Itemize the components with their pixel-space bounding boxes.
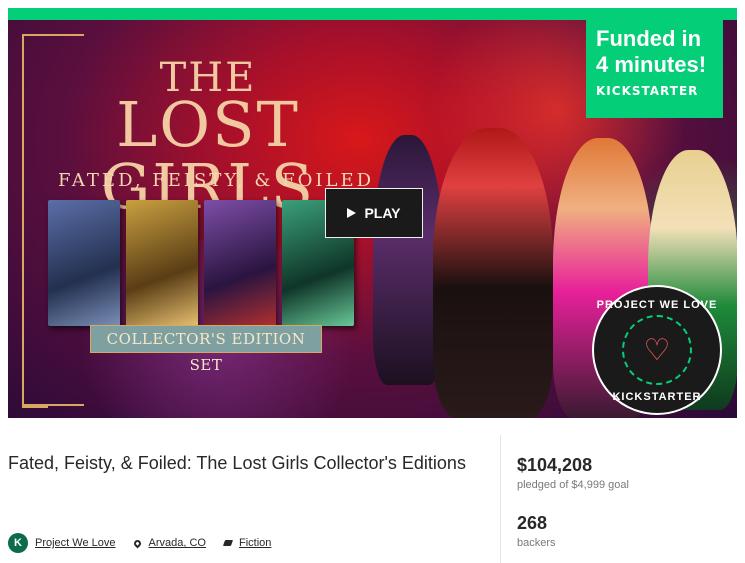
play-video-button[interactable]: PLAY bbox=[325, 188, 423, 238]
project-meta: K Project We Love Arvada, CO Fiction bbox=[8, 533, 289, 553]
funded-badge: Funded in 4 minutes! KICKSTARTER bbox=[586, 20, 723, 118]
project-title: Fated, Feisty, & Foiled: The Lost Girls … bbox=[8, 453, 466, 473]
pledged-amount: $104,208 bbox=[517, 455, 593, 475]
ornament-corner-bottom bbox=[22, 370, 84, 406]
ornament-frame bbox=[22, 34, 48, 408]
backers-stat: 268 backers bbox=[517, 511, 629, 549]
location-label: Arvada, CO bbox=[148, 537, 206, 549]
book-set-image bbox=[48, 200, 368, 330]
backers-label: backers bbox=[517, 537, 556, 549]
location-link[interactable]: Arvada, CO bbox=[132, 537, 206, 549]
play-label: PLAY bbox=[364, 205, 401, 221]
column-divider bbox=[500, 435, 501, 563]
project-hero-video[interactable]: THE LOST GIRLS FATED, FEISTY, & FOILED C… bbox=[8, 20, 737, 418]
seal-text-bottom: KICKSTARTER bbox=[612, 391, 702, 403]
funding-stats: $104,208 pledged of $4,999 goal 268 back… bbox=[517, 453, 629, 549]
project-info: Fated, Feisty, & Foiled: The Lost Girls … bbox=[8, 450, 488, 477]
location-pin-icon bbox=[132, 538, 142, 548]
category-label: Fiction bbox=[238, 537, 272, 549]
tag-icon bbox=[222, 540, 234, 546]
top-accent-bar bbox=[8, 8, 737, 20]
book-cover bbox=[126, 200, 198, 326]
play-icon bbox=[347, 208, 357, 218]
category-link[interactable]: Fiction bbox=[222, 537, 272, 549]
character-figure bbox=[433, 128, 553, 418]
backers-count: 268 bbox=[517, 513, 548, 533]
funded-line-1: Funded in bbox=[596, 26, 702, 51]
funded-brand: KICKSTARTER bbox=[596, 84, 699, 98]
collectors-edition-banner: COLLECTOR'S EDITION SET bbox=[90, 325, 322, 374]
project-we-love-link[interactable]: K Project We Love bbox=[8, 533, 116, 553]
book-cover bbox=[204, 200, 276, 326]
kickstarter-badge-icon: K bbox=[8, 533, 28, 553]
book-cover bbox=[48, 200, 120, 326]
pledged-label: pledged of $4,999 goal bbox=[517, 479, 629, 491]
funded-line-2: 4 minutes! bbox=[596, 52, 707, 77]
hero-title-logo: THE LOST GIRLS bbox=[48, 58, 368, 218]
project-we-love-seal: PROJECT WE LOVE ♡ KICKSTARTER bbox=[592, 285, 722, 415]
project-we-love-label: Project We Love bbox=[35, 537, 116, 549]
